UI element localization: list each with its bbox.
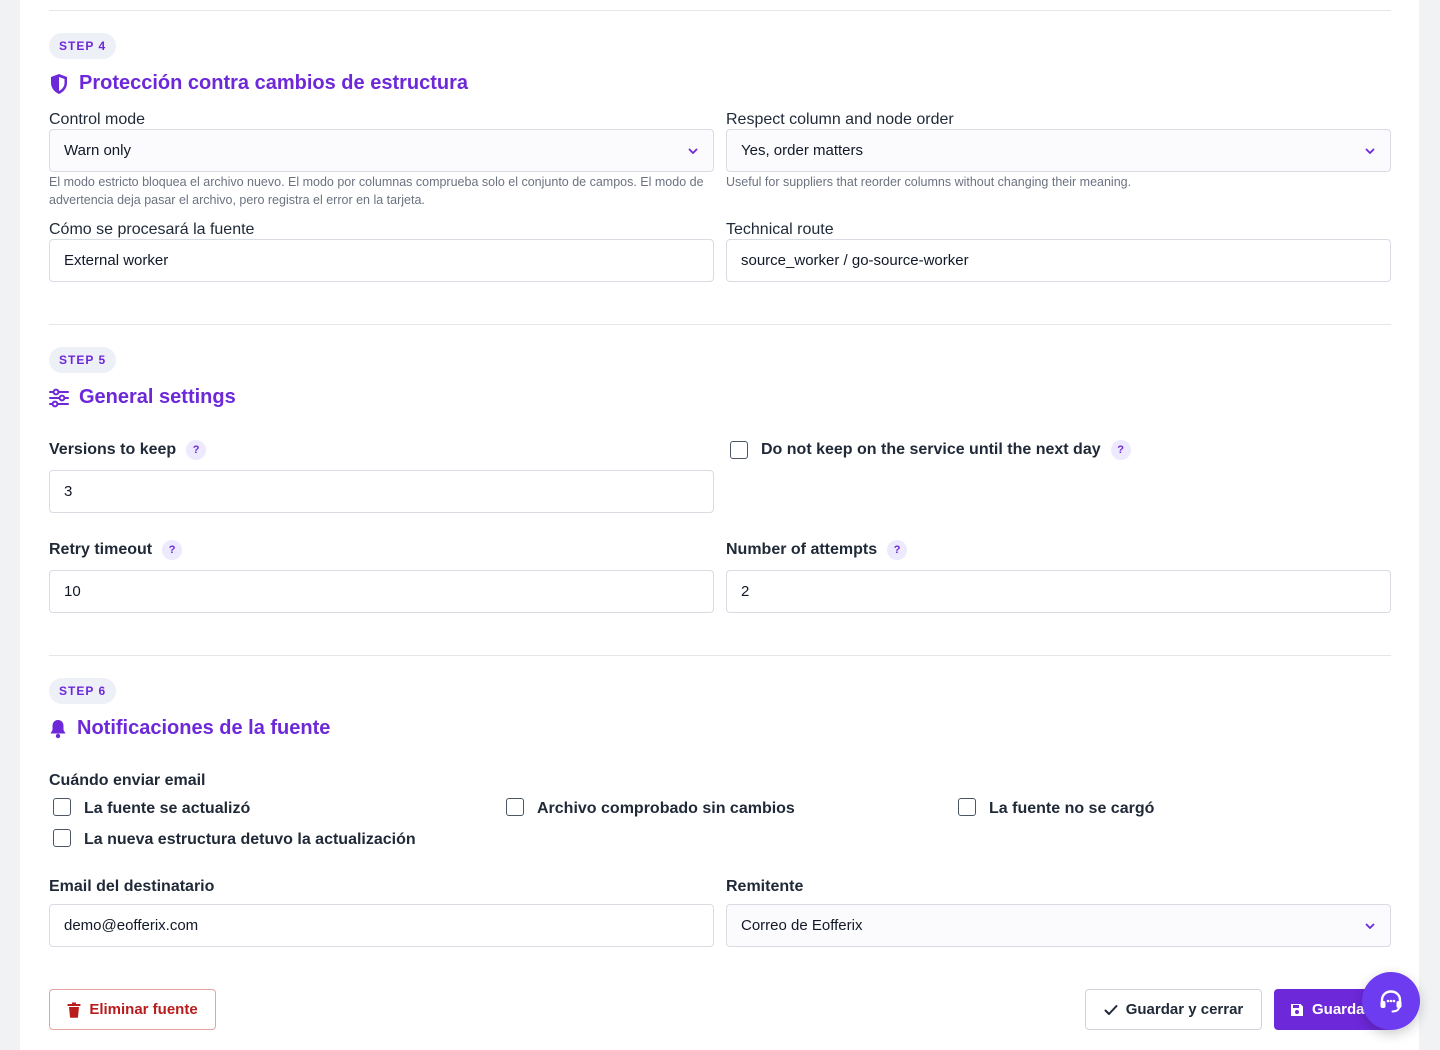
notify-updated-checkbox[interactable]: [53, 798, 71, 816]
section-title-text: Notificaciones de la fuente: [77, 717, 331, 739]
headset-icon: [1380, 990, 1402, 1013]
respect-order-label: Respect column and node order: [726, 111, 954, 128]
retry-timeout-label: Retry timeout?: [49, 540, 183, 560]
chevron-down-icon: [1365, 148, 1375, 154]
sliders-icon: [49, 388, 69, 408]
control-mode-value: Warn only: [64, 142, 131, 159]
divider: [49, 324, 1391, 325]
help-icon[interactable]: ?: [1110, 440, 1131, 460]
control-mode-select[interactable]: Warn only: [49, 129, 714, 172]
notify-failed-label: La fuente no se cargó: [989, 800, 1155, 817]
do-not-keep-label: Do not keep on the service until the nex…: [761, 440, 1131, 460]
retry-timeout-label-text: Retry timeout: [49, 541, 153, 559]
notify-failed-checkbox[interactable]: [958, 798, 976, 816]
respect-order-help: Useful for suppliers that reorder column…: [726, 175, 1132, 189]
notify-unchanged-label: Archivo comprobado sin cambios: [537, 800, 795, 817]
retry-timeout-value: 10: [64, 583, 81, 600]
technical-route-label: Technical route: [726, 221, 834, 238]
versions-label-text: Versions to keep: [49, 441, 177, 459]
sender-value: Correo de Eofferix: [741, 917, 863, 934]
recipient-label: Email del destinatario: [49, 878, 215, 895]
control-mode-label: Control mode: [49, 111, 146, 128]
processing-value: External worker: [64, 252, 169, 269]
delete-source-label: Eliminar fuente: [89, 1001, 198, 1018]
attempts-value: 2: [741, 583, 750, 600]
technical-route-value: source_worker / go-source-worker: [741, 252, 969, 269]
trash-icon: [67, 1002, 81, 1018]
help-icon[interactable]: ?: [887, 540, 908, 560]
section-title-general-settings: General settings: [49, 386, 236, 409]
floppy-disk-icon: [1291, 1003, 1303, 1016]
support-chat-button[interactable]: [1362, 972, 1420, 1030]
attempts-label-text: Number of attempts: [726, 541, 878, 559]
bell-icon: [49, 719, 67, 739]
notify-unchanged-checkbox[interactable]: [506, 798, 524, 816]
section-title-structure-protection: Protección contra cambios de estructura: [49, 72, 468, 95]
notify-structure-stop-label: La nueva estructura detuvo la actualizac…: [84, 831, 416, 848]
do-not-keep-checkbox[interactable]: [730, 441, 748, 459]
step-5-pill: STEP 5: [49, 347, 117, 373]
help-icon[interactable]: ?: [162, 540, 183, 560]
notify-structure-stop-checkbox[interactable]: [53, 829, 71, 847]
help-icon[interactable]: ?: [186, 440, 207, 460]
attempts-label: Number of attempts?: [726, 540, 908, 560]
recipient-email-value: demo@eofferix.com: [64, 917, 199, 934]
do-not-keep-label-text: Do not keep on the service until the nex…: [761, 441, 1101, 459]
section-title-text: General settings: [79, 386, 236, 408]
save-and-close-label: Guardar y cerrar: [1125, 1001, 1244, 1018]
retry-timeout-input[interactable]: 10: [49, 570, 714, 613]
step-6-pill: STEP 6: [49, 678, 117, 704]
check-icon: [1104, 1004, 1118, 1015]
chevron-down-icon: [688, 148, 698, 154]
versions-value: 3: [64, 483, 73, 500]
save-and-close-button[interactable]: Guardar y cerrar: [1085, 989, 1262, 1030]
attempts-input[interactable]: 2: [726, 570, 1391, 613]
versions-label: Versions to keep?: [49, 440, 207, 460]
notify-updated-label: La fuente se actualizó: [84, 800, 251, 817]
step-4-pill: STEP 4: [49, 33, 117, 59]
sender-select[interactable]: Correo de Eofferix: [726, 904, 1391, 947]
processing-label: Cómo se procesará la fuente: [49, 221, 255, 238]
delete-source-button[interactable]: Eliminar fuente: [49, 989, 216, 1030]
shield-icon: [49, 73, 69, 95]
when-send-email-label: Cuándo enviar email: [49, 772, 206, 789]
control-mode-help: El modo estricto bloquea el archivo nuev…: [49, 175, 704, 207]
sender-label: Remitente: [726, 878, 804, 895]
processing-field[interactable]: External worker: [49, 239, 714, 282]
recipient-email-input[interactable]: demo@eofferix.com: [49, 904, 714, 947]
section-title-text: Protección contra cambios de estructura: [79, 72, 469, 94]
divider: [49, 655, 1391, 656]
section-title-notifications: Notificaciones de la fuente: [49, 717, 330, 740]
respect-order-value: Yes, order matters: [741, 142, 863, 159]
technical-route-field[interactable]: source_worker / go-source-worker: [726, 239, 1391, 282]
divider: [49, 10, 1391, 11]
respect-order-select[interactable]: Yes, order matters: [726, 129, 1391, 172]
chevron-down-icon: [1365, 923, 1375, 929]
versions-input[interactable]: 3: [49, 470, 714, 513]
